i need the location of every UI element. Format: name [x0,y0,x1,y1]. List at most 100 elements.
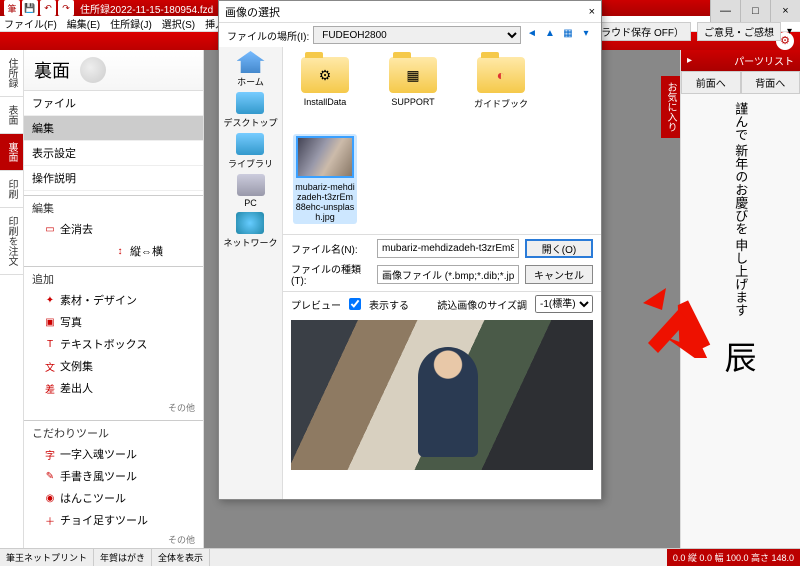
dropdown-icon[interactable]: ▾ [787,26,792,37]
parts-list-header: パーツリスト [734,53,794,68]
dialog-close-icon[interactable]: × [589,6,595,18]
tab-tofront[interactable]: 前面へ [681,71,741,94]
status-coords: 0.0 縦 0.0 幅 100.0 高さ 148.0 [667,549,800,566]
page-title: 裏面 [34,57,70,83]
add-sender[interactable]: 差差出人 [24,377,203,399]
sidebar-item-file[interactable]: ファイル [24,91,203,116]
tool-ichiji[interactable]: 字一字入魂ツール [24,443,203,465]
minimize-button[interactable]: — [710,0,740,22]
pc-icon [237,174,265,196]
section-add: 追加 [24,266,203,289]
cancel-button[interactable]: キャンセル [525,265,593,284]
bottom-nengajo[interactable]: 年賀はがき [94,549,152,566]
clear-icon: ▭ [44,223,56,235]
filetype-label: ファイルの種類(T): [291,261,371,287]
network-icon [236,212,264,234]
image-thumbnail [296,136,354,178]
place-home[interactable]: ホーム [237,51,265,88]
sidebar-item-display[interactable]: 表示設定 [24,141,203,166]
tool-stamp[interactable]: ◉はんこツール [24,487,203,509]
location-label: ファイルの場所(I): [227,28,309,43]
calligraphy-zodiac[interactable]: 辰 [724,333,756,379]
app-icon: 筆 [4,0,20,16]
view-icon[interactable]: ▾ [579,28,593,42]
add-textbox[interactable]: Tテキストボックス [24,333,203,355]
add-photo[interactable]: ▣写真 [24,311,203,333]
show-label: 表示する [369,297,409,312]
size-adjust-label: 読込画像のサイズ調 [437,297,527,312]
section-tools: こだわりツール [24,420,203,443]
tool-handwrite[interactable]: ✎手書き風ツール [24,465,203,487]
rotate-icon: ↕ [114,245,126,257]
menu-addressbook[interactable]: 住所録(J) [110,16,152,31]
section-edit: 編集 [24,195,203,218]
tool-choi[interactable]: ＋チョイ足すツール [24,509,203,531]
material-icon: ✦ [44,294,56,306]
add-material[interactable]: ✦素材・デザイン [24,289,203,311]
plus-icon: ＋ [44,514,56,526]
vtab-order-print[interactable]: 印刷を注文 [0,208,23,275]
dialog-title: 画像の選択 [225,4,280,20]
place-network[interactable]: ネットワーク [223,212,277,249]
home-icon [237,51,265,73]
filename-label: ファイル名(N): [291,241,371,256]
brush-icon: 字 [44,448,56,460]
up-icon[interactable]: ▲ [543,28,557,42]
bottom-netprint[interactable]: 筆王ネットプリント [0,549,94,566]
size-adjust-select[interactable]: -1(標準) [535,295,593,313]
filename-input[interactable] [377,239,519,258]
edit-clear-all[interactable]: ▭全消去 [24,218,203,240]
folder-guidebook[interactable]: ◐ガイドブック [469,57,533,110]
vtab-front[interactable]: 表面 [0,97,23,134]
file-selected-image[interactable]: mubariz-mehdizadeh-t3zrEm88ehc-unsplash.… [293,134,357,224]
preview-image [291,320,593,470]
open-button[interactable]: 開く(O) [525,239,593,258]
menu-select[interactable]: 選択(S) [162,16,195,31]
feedback-button[interactable]: ご意見・ご感想 [697,22,781,41]
show-preview-checkbox[interactable] [349,298,361,310]
save-icon[interactable]: 💾 [22,0,38,16]
menu-edit[interactable]: 編集(E) [67,16,100,31]
vtab-addressbook[interactable]: 住所録 [0,50,23,97]
place-library[interactable]: ライブラリ [228,133,273,170]
calligraphy-greeting[interactable]: 謹んで 新年のお慶びを 申し上げます [733,102,749,317]
preview-label: プレビュー [291,297,341,312]
bottom-showall[interactable]: 全体を表示 [152,549,210,566]
undo-icon[interactable]: ↶ [40,0,56,16]
text-icon: T [44,338,56,350]
menu-file[interactable]: ファイル(F) [4,16,57,31]
place-desktop[interactable]: デスクトップ [223,92,277,129]
vtab-back[interactable]: 裏面 [0,134,23,171]
place-pc[interactable]: PC [237,174,265,208]
folder-support[interactable]: ▦SUPPORT [381,57,445,110]
tools-more[interactable]: その他 [24,531,203,548]
stamp-icon: ◉ [44,492,56,504]
filetype-select[interactable] [377,265,519,284]
hand-icon: ✎ [44,470,56,482]
folder-icon: ◐ [477,57,525,93]
folder-icon: ▦ [389,57,437,93]
folder-installdata[interactable]: ⚙InstallData [293,57,357,110]
tab-toback[interactable]: 背面へ [741,71,800,94]
add-phrases[interactable]: 文文例集 [24,355,203,377]
flower-icon [80,57,106,83]
phrases-icon: 文 [44,360,56,372]
sidebar-item-edit[interactable]: 編集 [24,116,203,141]
location-select[interactable]: FUDEOH2800 [313,26,521,44]
maximize-button[interactable]: □ [740,0,770,22]
redo-icon[interactable]: ↷ [58,0,74,16]
close-button[interactable]: × [770,0,800,22]
sidebar-item-help[interactable]: 操作説明 [24,166,203,191]
sender-icon: 差 [44,382,56,394]
vtab-print[interactable]: 印刷 [0,171,23,208]
back-icon[interactable]: ◄ [525,28,539,42]
desktop-icon [236,92,264,114]
library-icon [236,133,264,155]
image-select-dialog: 画像の選択 × ファイルの場所(I): FUDEOH2800 ◄ ▲ ▦ ▾ ホ… [218,0,602,500]
dropdown-icon[interactable]: ▸ [687,55,692,66]
favorites-tab[interactable]: お気に入り [661,76,680,138]
newfolder-icon[interactable]: ▦ [561,28,575,42]
add-more[interactable]: その他 [24,399,203,416]
photo-icon: ▣ [44,316,56,328]
edit-orientation[interactable]: ↕縦⇔横 [94,240,203,262]
